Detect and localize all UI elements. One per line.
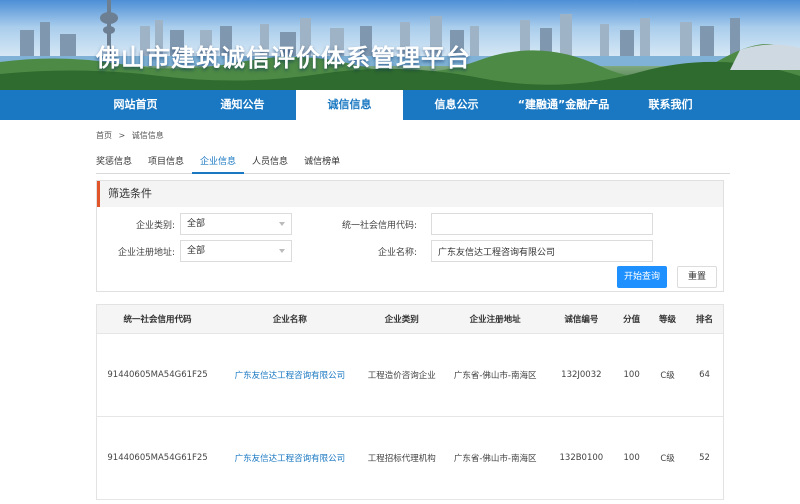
results-table: 统一社会信用代码 企业名称 企业类别 企业注册地址 诚信编号 分值 等级 排名 …: [96, 304, 724, 500]
company-name-input[interactable]: [431, 240, 653, 262]
sub-tabs: 奖惩信息 项目信息 企业信息 人员信息 诚信榜单: [96, 152, 730, 174]
tab-project-info[interactable]: 项目信息: [140, 152, 192, 174]
cell-rank: 52: [686, 416, 723, 500]
cell-credit-number: 132J0032: [548, 333, 615, 417]
cell-credit-code: 91440605MA54G61F25: [97, 333, 219, 417]
nav-item-home[interactable]: 网站首页: [82, 90, 189, 120]
cell-company-name-link[interactable]: 广东友信达工程咨询有限公司: [218, 333, 362, 417]
address-select[interactable]: 全部: [180, 240, 292, 262]
cell-category: 工程造价咨询企业: [361, 333, 442, 417]
tab-credit-ranking[interactable]: 诚信榜单: [296, 152, 348, 174]
chevron-down-icon: [279, 222, 285, 226]
cell-company-name-link[interactable]: 广东友信达工程咨询有限公司: [218, 416, 362, 500]
column-header: 企业类别: [361, 305, 442, 334]
column-header: 诚信编号: [548, 305, 615, 334]
table-header-row: 统一社会信用代码 企业名称 企业类别 企业注册地址 诚信编号 分值 等级 排名: [97, 305, 723, 334]
cell-address: 广东省-佛山市-南海区: [441, 333, 549, 417]
cell-grade: C级: [649, 333, 687, 417]
cell-category: 工程招标代理机构: [361, 416, 442, 500]
breadcrumb-home[interactable]: 首页: [96, 131, 112, 140]
filter-panel: 筛选条件 企业类别: 全部 企业注册地址: 全部 统一社会信用代码: 企业名称:…: [96, 180, 724, 292]
column-header: 统一社会信用代码: [97, 305, 219, 334]
table-row: 91440605MA54G61F25 广东友信达工程咨询有限公司 工程招标代理机…: [97, 416, 723, 500]
column-header: 等级: [649, 305, 687, 334]
nav-item-contact[interactable]: 联系我们: [617, 90, 724, 120]
address-label: 企业注册地址:: [117, 248, 175, 258]
company-name-label: 企业名称:: [377, 248, 417, 258]
table-row: 91440605MA54G61F25 广东友信达工程咨询有限公司 工程造价咨询企…: [97, 333, 723, 417]
cell-address: 广东省-佛山市-南海区: [441, 416, 549, 500]
column-header: 分值: [614, 305, 650, 334]
cell-grade: C级: [649, 416, 687, 500]
tab-personnel-info[interactable]: 人员信息: [244, 152, 296, 174]
category-select[interactable]: 全部: [180, 213, 292, 235]
main-nav: 网站首页 通知公告 诚信信息 信息公示 “建融通”金融产品 联系我们: [0, 90, 800, 120]
nav-item-finance-products[interactable]: “建融通”金融产品: [510, 90, 617, 120]
tab-company-info[interactable]: 企业信息: [192, 152, 245, 174]
chevron-down-icon: [279, 249, 285, 253]
column-header: 企业注册地址: [441, 305, 549, 334]
filter-title: 筛选条件: [97, 181, 723, 207]
breadcrumb-separator: >: [118, 131, 126, 140]
tab-rewards-penalties[interactable]: 奖惩信息: [96, 152, 140, 174]
search-button[interactable]: 开始查询: [617, 266, 667, 288]
credit-code-label: 统一社会信用代码:: [341, 221, 417, 231]
nav-item-credit-info[interactable]: 诚信信息: [296, 90, 403, 120]
cell-credit-code: 91440605MA54G61F25: [97, 416, 219, 500]
column-header: 排名: [686, 305, 723, 334]
site-title: 佛山市建筑诚信评价体系管理平台: [96, 44, 471, 72]
cell-score: 100: [614, 416, 650, 500]
nav-item-notices[interactable]: 通知公告: [189, 90, 296, 120]
cell-rank: 64: [686, 333, 723, 417]
credit-code-input[interactable]: [431, 213, 653, 235]
nav-item-public-info[interactable]: 信息公示: [403, 90, 510, 120]
address-select-value: 全部: [187, 246, 206, 256]
cell-score: 100: [614, 333, 650, 417]
breadcrumb-current: 诚信信息: [131, 131, 164, 140]
category-label: 企业类别:: [135, 221, 175, 231]
header-banner: 佛山市建筑诚信评价体系管理平台: [0, 0, 800, 90]
cell-credit-number: 132B0100: [548, 416, 615, 500]
reset-button[interactable]: 重置: [677, 266, 717, 288]
category-select-value: 全部: [187, 219, 206, 229]
column-header: 企业名称: [218, 305, 362, 334]
breadcrumb: 首页 > 诚信信息: [96, 130, 168, 141]
